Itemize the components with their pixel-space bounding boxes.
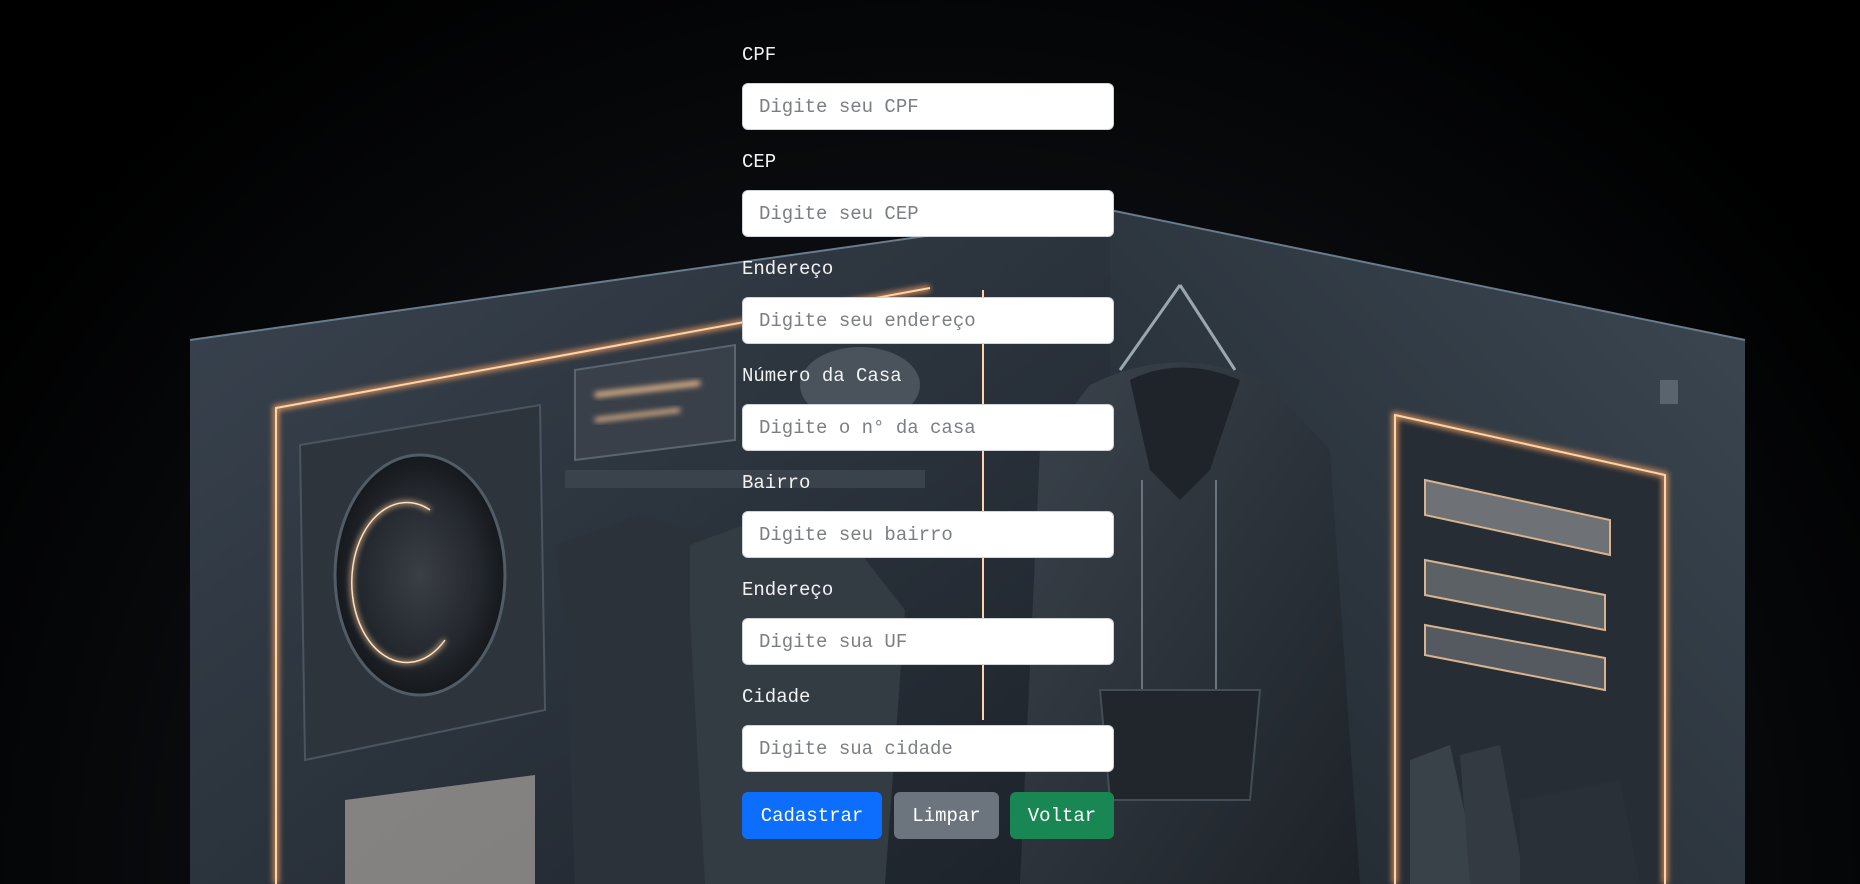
cpf-label: CPF — [742, 44, 777, 66]
cep-field-group: CEP — [742, 147, 1114, 254]
cep-input[interactable] — [742, 190, 1114, 237]
register-button[interactable]: Cadastrar — [742, 792, 882, 839]
neighborhood-input[interactable] — [742, 511, 1114, 558]
cep-label: CEP — [742, 151, 777, 173]
city-input[interactable] — [742, 725, 1114, 772]
house-number-input[interactable] — [742, 404, 1114, 451]
neighborhood-label: Bairro — [742, 472, 811, 494]
uf-field-group: Endereço — [742, 575, 1114, 682]
uf-input[interactable] — [742, 618, 1114, 665]
cpf-input[interactable] — [742, 83, 1114, 130]
clear-button[interactable]: Limpar — [894, 792, 999, 839]
neighborhood-field-group: Bairro — [742, 468, 1114, 575]
address-form: CPF CEP Endereço Número da Casa Bairro E… — [742, 40, 1114, 839]
form-actions: Cadastrar Limpar Voltar — [742, 792, 1114, 839]
address-field-group: Endereço — [742, 254, 1114, 361]
back-button[interactable]: Voltar — [1010, 792, 1114, 839]
cpf-field-group: CPF — [742, 40, 1114, 147]
house-number-label: Número da Casa — [742, 365, 902, 387]
city-label: Cidade — [742, 686, 811, 708]
address-input[interactable] — [742, 297, 1114, 344]
house-number-field-group: Número da Casa — [742, 361, 1114, 468]
city-field-group: Cidade — [742, 682, 1114, 789]
uf-label: Endereço — [742, 579, 834, 601]
address-label: Endereço — [742, 258, 834, 280]
